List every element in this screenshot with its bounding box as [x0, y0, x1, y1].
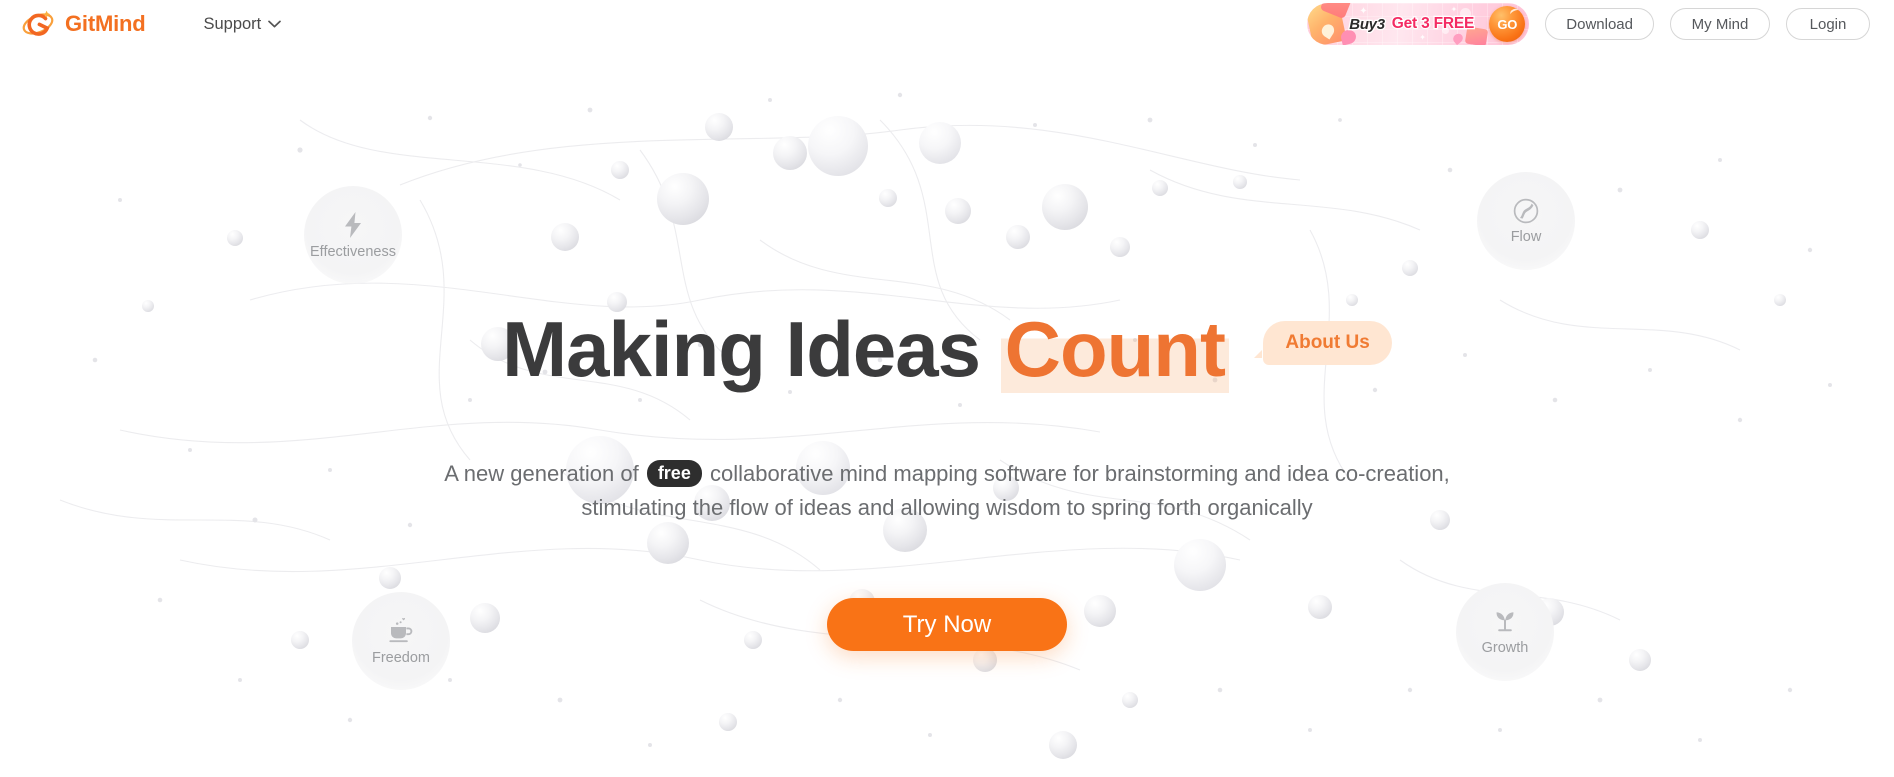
sparkle-icon-2: ✦ [1419, 33, 1426, 42]
nav-item-support[interactable]: Support [203, 14, 282, 34]
about-us-bubble[interactable]: About Us [1254, 321, 1392, 365]
feature-label: Effectiveness [310, 243, 396, 260]
lightning-bolt-icon [345, 211, 361, 238]
subtitle-before: A new generation of [444, 461, 645, 486]
coffee-cup-icon [389, 617, 413, 642]
chevron-down-icon [268, 20, 282, 28]
feature-badge-effectiveness[interactable]: Effectiveness [304, 186, 402, 284]
hero-section: Making Ideas Count About Us A new genera… [0, 0, 1894, 777]
feature-label: Flow [1510, 228, 1542, 245]
gitmind-orbit-logo-icon [22, 10, 54, 36]
promo-buy-text: Buy3 [1348, 14, 1386, 34]
nav-support-label: Support [203, 14, 262, 33]
subtitle-after: collaborative mind mapping software for … [581, 461, 1450, 520]
headline-plain: Making Ideas [502, 305, 1001, 393]
page-title: Making Ideas Count [502, 305, 1229, 393]
brand-name: GitMind [65, 11, 146, 36]
feature-label: Freedom [371, 649, 431, 666]
login-button[interactable]: Login [1786, 8, 1870, 40]
promo-banner[interactable]: ✦ ✦ ✦ Buy3 Get 3 FREE GO [1307, 3, 1530, 45]
sprout-icon [1496, 611, 1514, 631]
feature-badge-growth[interactable]: Growth [1456, 583, 1554, 681]
top-header: GitMind Support ✦ ✦ ✦ Buy3 Get 3 FREE GO [0, 0, 1894, 48]
promo-go-label: GO [1497, 16, 1518, 32]
headline-row: Making Ideas Count About Us [0, 305, 1894, 393]
winding-road-circle-icon [1513, 198, 1539, 223]
promo-get-text: Get 3 FREE [1391, 14, 1476, 33]
feature-label: Growth [1481, 639, 1529, 656]
header-actions: ✦ ✦ ✦ Buy3 Get 3 FREE GO Download My Min… [1307, 3, 1870, 45]
download-button[interactable]: Download [1545, 8, 1654, 40]
feature-badge-flow[interactable]: Flow [1477, 172, 1575, 270]
hero-subtitle: A new generation of free collaborative m… [417, 457, 1477, 525]
my-mind-button[interactable]: My Mind [1670, 8, 1770, 40]
headline-accent: Count [1000, 305, 1229, 393]
brand-logo-link[interactable]: GitMind [22, 8, 146, 40]
sparkle-icon-3: ✦ [1450, 5, 1458, 14]
feature-badge-freedom[interactable]: Freedom [352, 592, 450, 690]
try-now-button[interactable]: Try Now [827, 598, 1067, 651]
free-badge: free [646, 460, 702, 487]
